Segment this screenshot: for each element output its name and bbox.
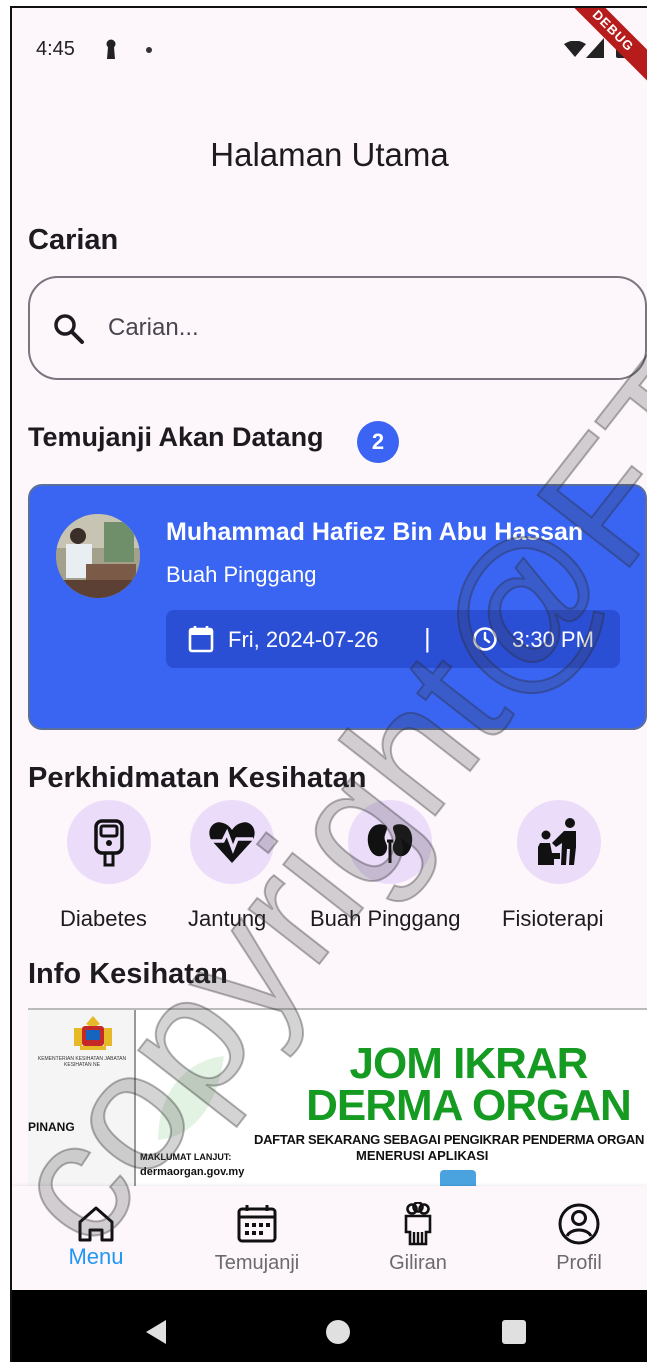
kidney-icon [367,824,413,863]
nav-item-giliran[interactable]: Giliran [348,1186,488,1290]
signal-icon [586,38,604,58]
page-title: Halaman Utama [210,136,449,173]
banner-side-panel: KEMENTERIAN KESIHATAN JABATAN KESIHATAN … [28,1010,136,1188]
queue-icon [404,1202,432,1246]
appointment-time: 3:30 PM [512,627,594,652]
nav-label-temujanji: Temujanji [214,1252,300,1274]
profile-icon [558,1203,600,1245]
service-diabetes-circle [67,800,151,884]
service-buah-pinggang-circle [348,800,432,884]
status-time: 4:45 [36,38,75,60]
banner-headline-1: JOM IKRAR [349,1039,589,1088]
ministry-crest-icon [74,1016,112,1050]
clock-icon [473,627,497,651]
search-bar[interactable] [28,276,647,380]
home-icon [78,1206,114,1242]
service-buah-pinggang-label: Buah Pinggang [310,906,461,931]
service-jantung-circle [190,800,274,884]
location-text: PINANG [28,1120,75,1134]
heart-pulse-icon [209,822,255,863]
doctor-name: Muhammad Hafiez Bin Abu Hassan [166,518,584,546]
bottom-navigation: Menu Temujanji Giliran Profil [12,1186,647,1290]
search-icon [54,314,84,344]
banner-subline-2: MENERUSI APLIKASI [356,1148,489,1163]
datetime-separator: | [424,623,431,653]
banner-website: dermaorgan.gov.my [140,1166,245,1178]
nav-label-giliran: Giliran [389,1252,447,1274]
banner-more-info: MAKLUMAT LANJUT: [140,1152,232,1162]
service-diabetes-label: Diabetes [60,906,147,931]
doctor-specialty: Buah Pinggang [166,562,317,587]
nav-item-profil[interactable]: Profil [509,1186,647,1290]
search-section-title: Carian [28,224,119,256]
banner-main: JOM IKRAR DERMA ORGAN DAFTAR SEKARANG SE… [138,1010,647,1188]
services-section-title: Perkhidmatan Kesihatan [28,762,367,794]
system-navigation-bar [12,1290,647,1362]
info-section-title: Info Kesihatan [28,958,228,990]
appointments-section-title: Temujanji Akan Datang [28,422,324,452]
back-icon[interactable] [146,1320,166,1344]
nav-label-menu: Menu [68,1244,124,1269]
home-button-icon[interactable] [326,1320,350,1344]
doctor-avatar [56,514,140,598]
app-screen: 4:45 DEBUG Halaman Utama Carian Temujanj… [10,6,647,1362]
health-info-banner[interactable]: KEMENTERIAN KESIHATAN JABATAN KESIHATAN … [28,1008,647,1188]
glucometer-icon [94,819,124,867]
banner-subline-1: DAFTAR SEKARANG SEBAGAI PENGIKRAR PENDER… [254,1132,645,1147]
nav-item-menu[interactable]: Menu [26,1186,166,1290]
appointments-count-badge: 2 [357,421,399,463]
calendar-icon [188,626,214,653]
appointment-date: Fri, 2024-07-26 [228,627,379,652]
search-input[interactable] [108,304,608,352]
lock-status-icon [106,39,116,59]
wifi-icon [564,41,586,57]
recent-apps-icon[interactable] [502,1320,526,1344]
physiotherapy-icon [538,818,576,865]
nav-label-profil: Profil [556,1252,602,1274]
status-bar: 4:45 DEBUG [12,8,647,94]
appointment-datetime: Fri, 2024-07-26 | 3:30 PM [166,610,620,668]
nav-item-temujanji[interactable]: Temujanji [187,1186,327,1290]
service-jantung-label: Jantung [188,906,267,931]
appointment-card[interactable]: Muhammad Hafiez Bin Abu Hassan Buah Ping… [28,484,647,730]
ministry-text: KEMENTERIAN KESIHATAN JABATAN KESIHATAN … [37,1056,127,1068]
service-fisioterapi-label: Fisioterapi [502,906,604,931]
service-fisioterapi-circle [517,800,601,884]
notification-dot-icon [146,47,152,53]
calendar-icon [237,1205,277,1243]
banner-headline-2: DERMA ORGAN [306,1081,632,1130]
services-list: Diabetes Jantung Buah Pinggang Fisiotera… [12,800,647,940]
